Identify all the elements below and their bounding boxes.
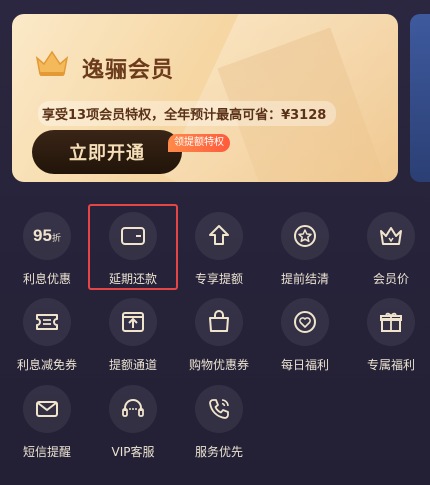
crown-icon: [367, 212, 415, 260]
benefit-priority-service[interactable]: 服务优先: [176, 385, 262, 471]
phone-icon: [195, 385, 243, 433]
benefit-label: 服务优先: [194, 445, 243, 459]
benefit-limit-channel[interactable]: 提额通道: [90, 298, 176, 384]
gift-icon: [367, 298, 415, 346]
benefit-interest-coupon[interactable]: 利息减免券: [4, 298, 90, 384]
benefit-label: VIP客服: [111, 445, 155, 459]
benefit-label: 利息优惠: [22, 272, 71, 286]
benefit-shopping-coupon[interactable]: 购物优惠券: [176, 298, 262, 384]
up-arrow-icon: [195, 212, 243, 260]
shopping-bag-icon: [195, 298, 243, 346]
benefit-early-settlement[interactable]: 提前结清: [262, 212, 348, 298]
benefit-label: 利息减免券: [16, 358, 77, 372]
benefit-label: 会员价: [372, 272, 409, 286]
heart-circle-icon: [281, 298, 329, 346]
membership-card[interactable]: 逸骊会员 享受13项会员特权，全年预计最高可省：¥3128 立即开通 领提额特权: [12, 14, 398, 182]
benefit-sms-reminder[interactable]: 短信提醒: [4, 385, 90, 471]
upload-box-icon: [109, 298, 157, 346]
benefit-label: 每日福利: [280, 358, 329, 372]
discount-95-icon: 95折: [23, 212, 71, 260]
crown-icon: [35, 50, 69, 76]
benefit-member-price[interactable]: 会员价: [348, 212, 430, 298]
benefit-label: 提额通道: [108, 358, 157, 372]
headset-icon: [109, 385, 157, 433]
benefit-label: 专享提额: [194, 272, 243, 286]
benefit-vip-service[interactable]: VIP客服: [90, 385, 176, 471]
membership-title: 逸骊会员: [82, 58, 175, 83]
benefit-daily-welfare[interactable]: 每日福利: [262, 298, 348, 384]
benefit-exclusive-limit[interactable]: 专享提额: [176, 212, 262, 298]
star-circle-icon: [281, 212, 329, 260]
benefit-interest-discount[interactable]: 95折 利息优惠: [4, 212, 90, 298]
coupon-icon: [23, 298, 71, 346]
mail-icon: [23, 385, 71, 433]
benefit-label: 专属福利: [366, 358, 415, 372]
promo-badge: 领提额特权: [168, 134, 230, 152]
benefit-exclusive-welfare[interactable]: 专属福利: [348, 298, 430, 384]
membership-subtitle: 享受13项会员特权，全年预计最高可省：¥3128: [38, 101, 337, 126]
benefit-label: 购物优惠券: [188, 358, 249, 372]
next-card-peek[interactable]: [410, 14, 430, 182]
benefit-label: 提前结清: [280, 272, 329, 286]
benefit-label: 短信提醒: [22, 445, 71, 459]
selection-highlight-box: [88, 204, 178, 290]
open-membership-button[interactable]: 立即开通: [32, 130, 182, 174]
